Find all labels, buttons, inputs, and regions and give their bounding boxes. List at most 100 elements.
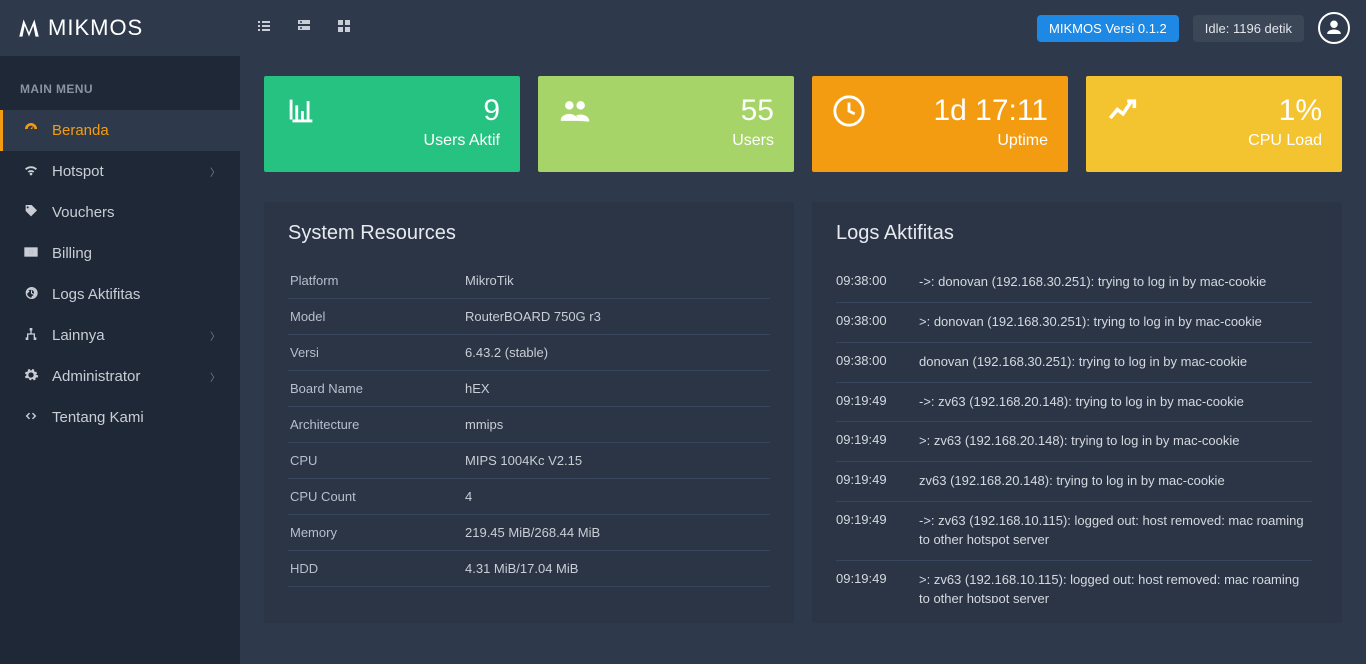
resource-value: 219.45 MiB/268.44 MiB [465,525,600,540]
log-time: 09:38:00 [836,273,901,292]
resource-value: RouterBOARD 750G r3 [465,309,601,324]
log-time: 09:19:49 [836,432,901,451]
logo[interactable]: MIKMOS [16,15,236,41]
log-message: >: zv63 (192.168.20.148): trying to log … [919,432,1312,451]
resource-row: Versi6.43.2 (stable) [288,335,770,371]
log-message: >: donovan (192.168.30.251): trying to l… [919,313,1312,332]
resource-row: CPUMIPS 1004Kc V2.15 [288,443,770,479]
stat-card-uptime[interactable]: 1d 17:11Uptime [812,76,1068,172]
resource-key: Architecture [290,417,465,432]
log-message: zv63 (192.168.20.148): trying to log in … [919,472,1312,491]
resource-row: Memory219.45 MiB/268.44 MiB [288,515,770,551]
sidebar-item-label: Vouchers [52,204,115,221]
resource-key: Model [290,309,465,324]
resource-value: 6.43.2 (stable) [465,345,548,360]
resource-key: Board Name [290,381,465,396]
bar-chart-icon [284,94,318,136]
resource-key: HDD [290,561,465,576]
resource-value: 4 [465,489,472,504]
stat-card-users[interactable]: 55 Users [538,76,794,172]
sidebar-item-label: Lainnya [52,327,105,344]
sidebar-item-label: Billing [52,245,92,262]
panels: System Resources PlatformMikroTikModelRo… [264,202,1342,623]
resource-key: Versi [290,345,465,360]
topbar-right: MIKMOS Versi 0.1.2 Idle: 1196 detik [1037,12,1350,44]
log-time: 09:38:00 [836,313,901,332]
chevron-right-icon: 〉 [210,369,220,384]
logo-icon [16,15,42,41]
sidebar-item-lainnya[interactable]: Lainnya 〉 [0,315,240,356]
log-row: 09:19:49zv63 (192.168.20.148): trying to… [836,462,1312,502]
sidebar-item-billing[interactable]: Billing [0,233,240,274]
chevron-right-icon: 〉 [210,164,220,179]
server-icon[interactable] [296,18,312,39]
panel-title: Logs Aktifitas [836,222,1318,245]
resource-value: mmips [465,417,503,432]
stat-cards: 9 Users Aktif 55 Users 1d 17:11Uptime1%CPU L… [264,76,1342,172]
sidebar-item-hotspot[interactable]: Hotspot〉 [0,151,240,192]
resource-value: MIPS 1004Kc V2.15 [465,453,582,468]
resource-row: ModelRouterBOARD 750G r3 [288,299,770,335]
idle-button[interactable]: Idle: 1196 detik [1193,15,1304,42]
clock-icon [832,94,866,136]
resource-key: CPU [290,453,465,468]
resource-row: Architecturemmips [288,407,770,443]
user-icon [1325,19,1343,37]
stat-value: 55 [732,94,774,128]
sidebar-item-beranda[interactable]: Beranda [0,110,240,151]
topbar: MIKMOS MIKMOS Versi 0.1.2 Idle: 1196 det… [0,0,1366,56]
sidebar-item-label: Logs Aktifitas [52,286,140,303]
wifi-icon [20,162,42,181]
log-list[interactable]: 09:38:00 ->: donovan (192.168.30.251): tr… [836,263,1318,603]
sidebar-item-label: Beranda [52,122,109,139]
log-row: 09:38:00 >: donovan (192.168.30.251): try… [836,303,1312,343]
sidebar-item-administrator[interactable]: Administrator〉 [0,356,240,397]
resource-row: CPU Count4 [288,479,770,515]
log-row: 09:38:00 donovan (192.168.30.251): trying… [836,343,1312,383]
panel-title: System Resources [288,222,770,245]
history-icon [20,285,42,304]
sitemap-icon [20,326,42,345]
log-row: 09:19:49->: zv63 (192.168.10.115): logge… [836,502,1312,561]
stat-card-users-aktif[interactable]: 9 Users Aktif [264,76,520,172]
log-row: 09:19:49 >: zv63 (192.168.20.148): trying… [836,422,1312,462]
brand-text: MIKMOS [48,15,143,41]
stat-label: CPU Load [1248,132,1322,150]
log-message: ->: donovan (192.168.30.251): trying to … [919,273,1312,292]
avatar[interactable] [1318,12,1350,44]
sidebar: MAIN MENU BerandaHotspot〉VouchersBilling… [0,56,240,664]
cogs-icon [20,367,42,386]
resource-row: PlatformMikroTik [288,263,770,299]
grid-icon[interactable] [336,18,352,39]
stat-value: 9 [424,94,500,128]
stat-label: Users [732,132,774,150]
tag-icon [20,203,42,222]
log-row: 09:38:00 ->: donovan (192.168.30.251): tr… [836,263,1312,303]
sidebar-item-logs-aktifitas[interactable]: Logs Aktifitas [0,274,240,315]
resource-value: MikroTik [465,273,514,288]
log-time: 09:19:49 [836,512,901,550]
log-message: donovan (192.168.30.251): trying to log … [919,353,1312,372]
resource-key: CPU Count [290,489,465,504]
stat-label: Users Aktif [424,132,500,150]
sidebar-item-label: Tentang Kami [52,409,144,426]
resource-value: 4.31 MiB/17.04 MiB [465,561,578,576]
code-icon [20,408,42,427]
log-time: 09:38:00 [836,353,901,372]
stat-value: 1d 17:11 [933,94,1048,128]
resource-row: HDD4.31 MiB/17.04 MiB [288,551,770,587]
line-chart-icon [1106,94,1140,136]
version-button[interactable]: MIKMOS Versi 0.1.2 [1037,15,1179,42]
resource-value: hEX [465,381,490,396]
log-row: 09:19:49->: zv63 (192.168.20.148): tryin… [836,383,1312,423]
users-icon [558,94,592,136]
list-icon[interactable] [256,18,272,39]
top-icons [236,18,352,39]
dashboard-icon [20,121,42,140]
sidebar-item-vouchers[interactable]: Vouchers [0,192,240,233]
chevron-right-icon: 〉 [210,328,220,343]
system-resources-panel: System Resources PlatformMikroTikModelRo… [264,202,794,623]
log-time: 09:19:49 [836,571,901,603]
sidebar-item-tentang-kami[interactable]: Tentang Kami [0,397,240,438]
stat-card-cpu-load[interactable]: 1%CPU Load [1086,76,1342,172]
